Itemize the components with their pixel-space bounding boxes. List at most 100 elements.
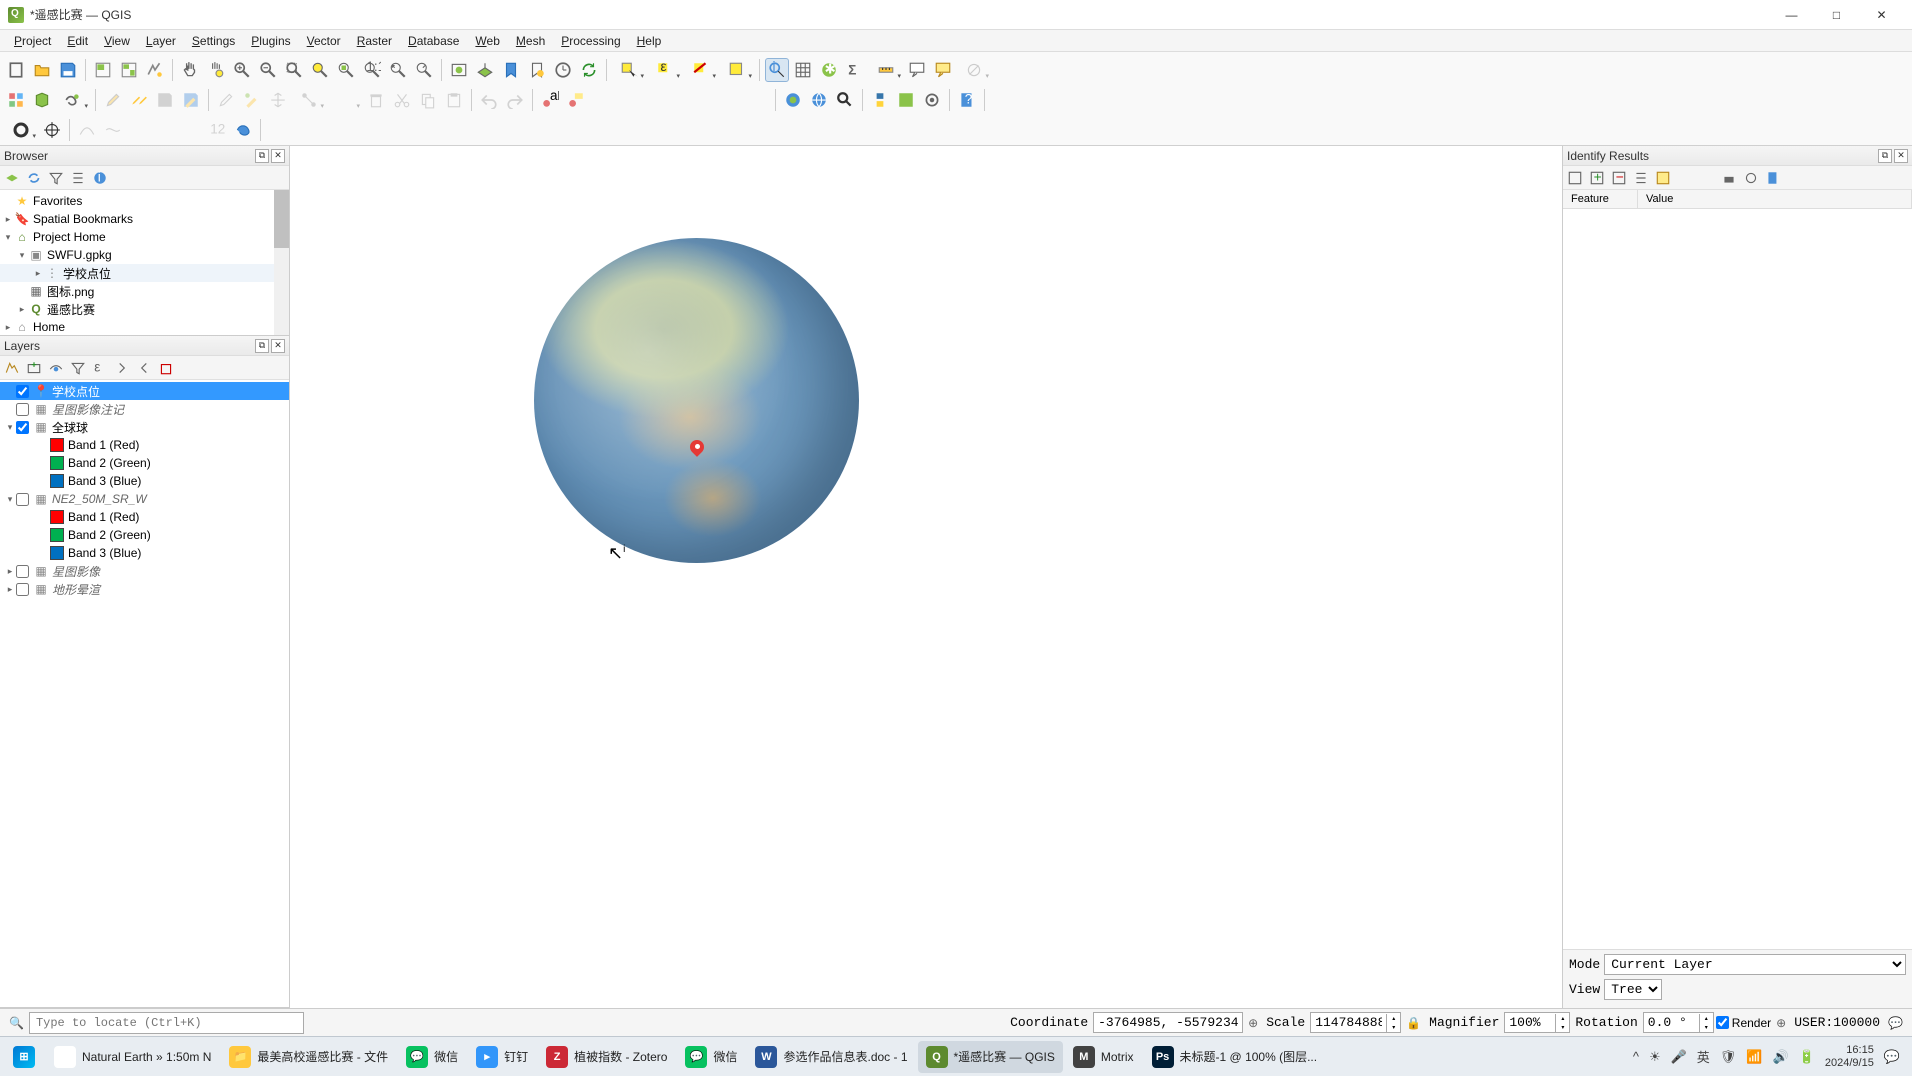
layer-item[interactable]: Band 3 (Blue) <box>0 544 289 562</box>
taskbar-explorer[interactable]: 📁最美高校遥感比赛 - 文件 <box>221 1041 396 1073</box>
browser-tree[interactable]: ★Favorites▸🔖Spatial Bookmarks▾⌂Project H… <box>0 190 289 335</box>
zoom-next-button[interactable] <box>412 58 436 82</box>
rotation-input[interactable]: ▴▾ <box>1643 1012 1714 1033</box>
data-source-manager-button[interactable] <box>4 88 28 112</box>
tray-notifications-icon[interactable]: 💬 <box>1884 1049 1900 1065</box>
messages-icon[interactable]: 💬 <box>1885 1016 1906 1030</box>
select-all-button[interactable] <box>720 58 754 82</box>
filter-icon[interactable] <box>46 168 66 188</box>
browser-item[interactable]: ▸Q遥感比赛 <box>0 300 289 318</box>
identify-button[interactable]: i <box>765 58 789 82</box>
filter-by-expression-icon[interactable]: ε <box>90 358 110 378</box>
browser-item[interactable]: ▾▣SWFU.gpkg <box>0 246 289 264</box>
zoom-last-button[interactable] <box>386 58 410 82</box>
coordinate-input[interactable] <box>1093 1012 1243 1033</box>
scale-input[interactable]: ▴▾ <box>1310 1012 1401 1033</box>
identify-expand-icon[interactable] <box>1565 168 1585 188</box>
layer-visibility-checkbox[interactable] <box>16 403 29 416</box>
identify-help-icon[interactable] <box>1763 168 1783 188</box>
panel-close-button[interactable]: ✕ <box>1894 149 1908 163</box>
python-console-button[interactable] <box>868 88 892 112</box>
new-spatial-bookmark-button[interactable] <box>499 58 523 82</box>
select-by-freehand-button[interactable] <box>231 118 255 142</box>
expand-all-icon[interactable] <box>112 358 132 378</box>
zoom-in-button[interactable] <box>230 58 254 82</box>
menu-database[interactable]: Database <box>400 32 467 50</box>
toggle-multi-edit-button[interactable] <box>127 88 151 112</box>
taskbar-motrix[interactable]: MMotrix <box>1065 1041 1142 1073</box>
menu-settings[interactable]: Settings <box>184 32 243 50</box>
map-tips-button[interactable] <box>905 58 929 82</box>
collapse-all-icon[interactable] <box>68 168 88 188</box>
layer-item[interactable]: 📍学校点位 <box>0 382 289 400</box>
menu-help[interactable]: Help <box>629 32 670 50</box>
refresh-icon[interactable] <box>24 168 44 188</box>
add-layer-icon[interactable] <box>2 168 22 188</box>
current-edits-button[interactable] <box>179 88 203 112</box>
tray-chevron-icon[interactable]: ^ <box>1633 1049 1639 1064</box>
deselect-all-button[interactable] <box>684 58 718 82</box>
snap-crosshair-button[interactable] <box>40 118 64 142</box>
menu-raster[interactable]: Raster <box>349 32 400 50</box>
identify-collapse-icon[interactable]: − <box>1609 168 1629 188</box>
help-button[interactable]: ? <box>955 88 979 112</box>
plugin-search-button[interactable] <box>833 88 857 112</box>
attribute-table-button[interactable] <box>791 58 815 82</box>
tray-battery-icon[interactable]: 🔋 <box>1799 1049 1815 1065</box>
browser-item[interactable]: ★Favorites <box>0 192 289 210</box>
layer-visibility-checkbox[interactable] <box>16 493 29 506</box>
render-checkbox-label[interactable]: Render <box>1716 1016 1771 1030</box>
tray-wifi-icon[interactable]: 📶 <box>1746 1049 1762 1065</box>
plugin-globe-button[interactable] <box>807 88 831 112</box>
zoom-out-button[interactable] <box>256 58 280 82</box>
layer-item[interactable]: ▾▦全球球 <box>0 418 289 436</box>
menu-project[interactable]: Project <box>6 32 59 50</box>
browser-item[interactable]: ▸🔖Spatial Bookmarks <box>0 210 289 228</box>
magnifier-input[interactable]: ▴▾ <box>1504 1012 1570 1033</box>
taskbar-dingtalk[interactable]: ▸钉钉 <box>468 1041 536 1073</box>
taskbar-ps[interactable]: Ps未标题-1 @ 100% (图层... <box>1144 1041 1326 1073</box>
layer-visibility-checkbox[interactable] <box>16 583 29 596</box>
map-canvas[interactable]: ↖i <box>290 146 1562 1008</box>
browser-item[interactable]: ▦图标.png <box>0 282 289 300</box>
tray-volume-icon[interactable]: 🔊 <box>1773 1049 1789 1065</box>
panel-close-button[interactable]: ✕ <box>271 149 285 163</box>
show-spatial-bookmarks-button[interactable] <box>525 58 549 82</box>
toggle-editing-button[interactable] <box>101 88 125 112</box>
layout-manager-button[interactable] <box>117 58 141 82</box>
identify-settings-icon[interactable] <box>1741 168 1761 188</box>
browser-item[interactable]: ▾⌂Project Home <box>0 228 289 246</box>
pan-to-selection-button[interactable] <box>204 58 228 82</box>
collapse-all-icon[interactable] <box>134 358 154 378</box>
identify-clear-icon[interactable] <box>1675 168 1695 188</box>
zoom-to-layer-button[interactable] <box>334 58 358 82</box>
identify-col-value[interactable]: Value <box>1638 190 1912 208</box>
layer-visibility-checkbox[interactable] <box>16 385 29 398</box>
layer-styling-icon[interactable] <box>2 358 22 378</box>
layer-item[interactable]: Band 2 (Green) <box>0 526 289 544</box>
tray-shield-icon[interactable]: 🛡 <box>1720 1049 1737 1065</box>
select-by-value-button[interactable]: ε <box>648 58 682 82</box>
panel-close-button[interactable]: ✕ <box>271 339 285 353</box>
label-toolbar-2[interactable] <box>564 88 588 112</box>
properties-icon[interactable]: i <box>90 168 110 188</box>
refresh-button[interactable] <box>577 58 601 82</box>
taskbar-start[interactable]: ⊞ <box>4 1041 44 1073</box>
panel-popout-button[interactable]: ⧉ <box>1878 149 1892 163</box>
identify-expand-all-icon[interactable] <box>1631 168 1651 188</box>
pan-button[interactable] <box>178 58 202 82</box>
browser-scrollbar[interactable] <box>274 190 289 335</box>
menu-view[interactable]: View <box>96 32 138 50</box>
plugin-processing-button[interactable] <box>920 88 944 112</box>
identify-view-select[interactable]: Tree <box>1604 979 1662 1000</box>
menu-edit[interactable]: Edit <box>59 32 96 50</box>
zoom-native-button[interactable]: 1:1 <box>360 58 384 82</box>
taskbar-wechat2[interactable]: 💬微信 <box>677 1041 745 1073</box>
new-shapefile-button[interactable] <box>56 88 90 112</box>
layer-visibility-checkbox[interactable] <box>16 565 29 578</box>
statistics-button[interactable]: Σ <box>843 58 867 82</box>
layer-item[interactable]: Band 1 (Red) <box>0 508 289 526</box>
layer-item[interactable]: ▸▦地形晕渲 <box>0 580 289 598</box>
menu-vector[interactable]: Vector <box>299 32 349 50</box>
plugin-grass-button[interactable] <box>894 88 918 112</box>
